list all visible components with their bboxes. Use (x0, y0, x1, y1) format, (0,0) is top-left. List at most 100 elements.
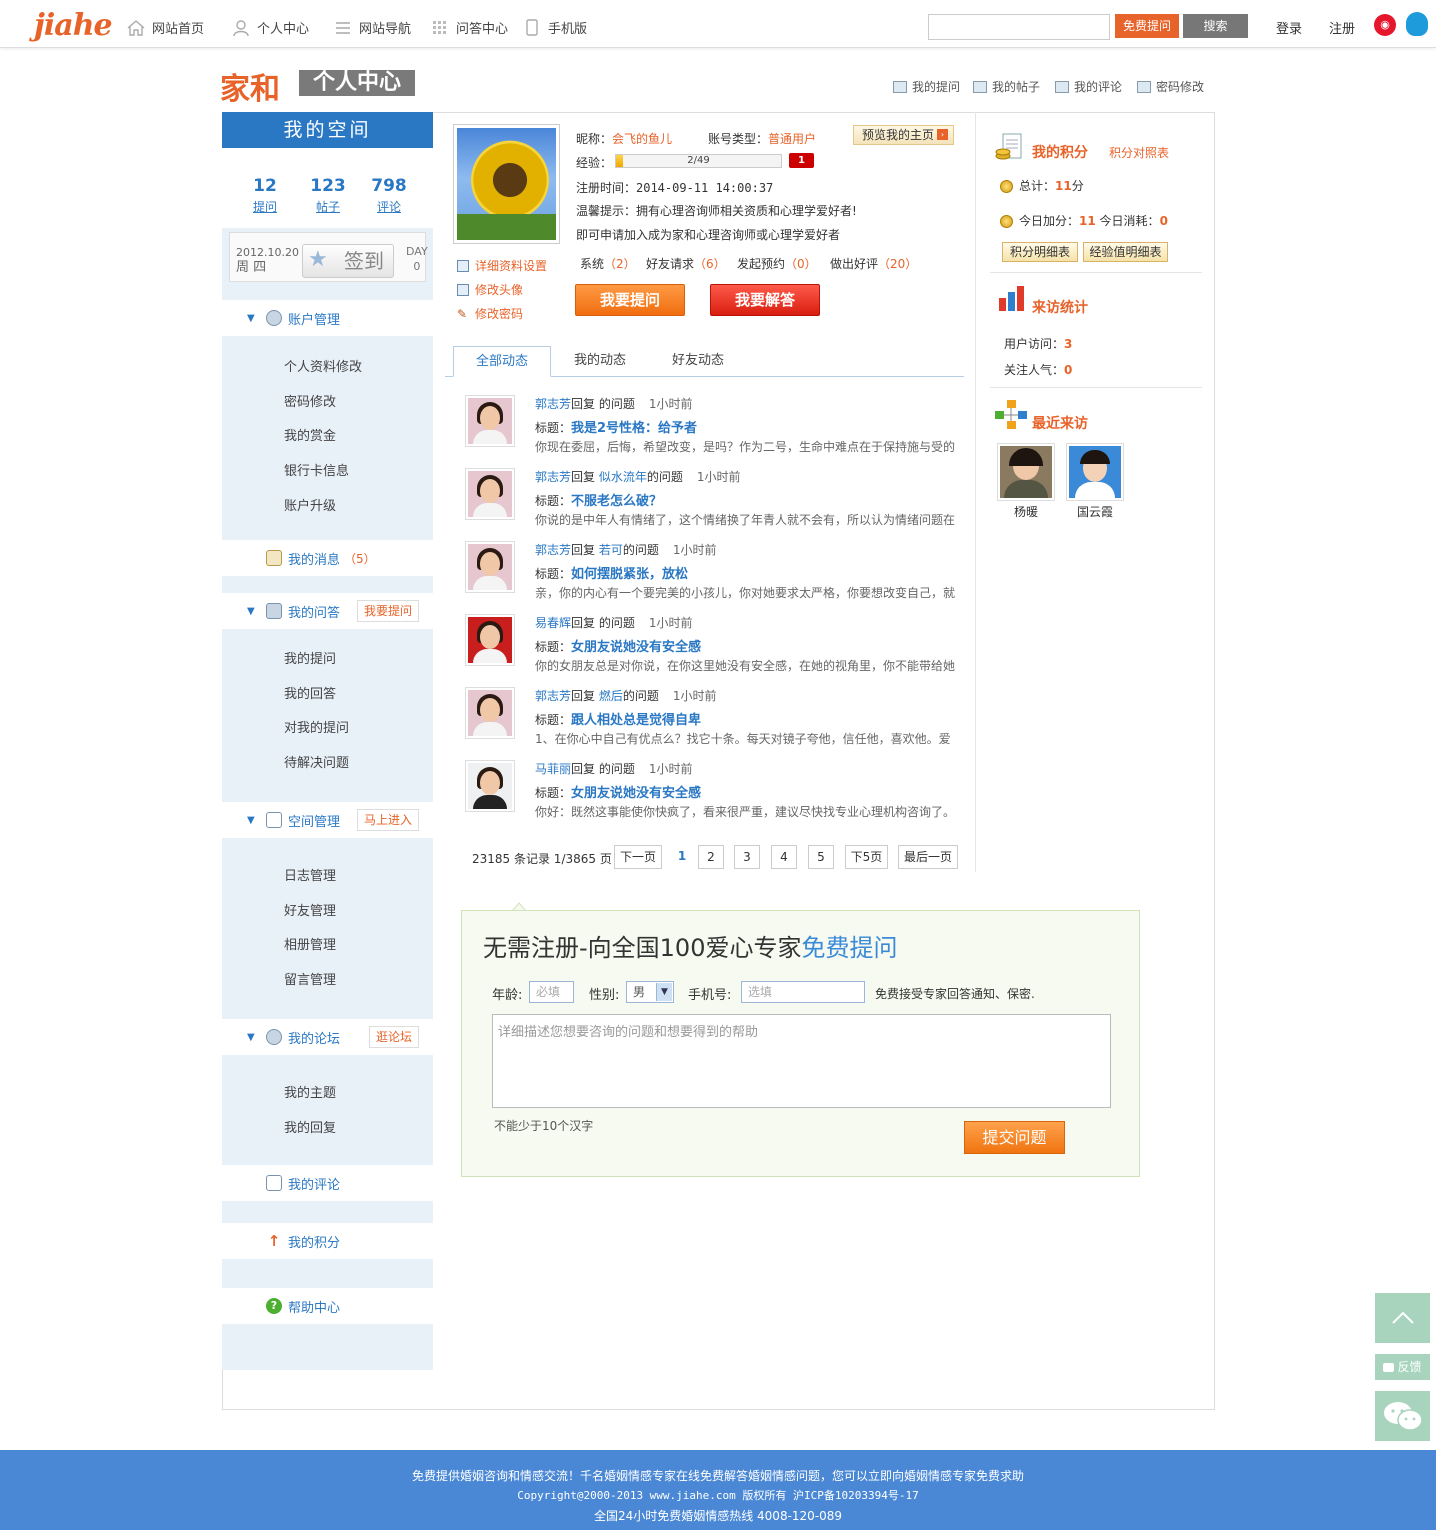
login-link[interactable]: 登录 (1276, 18, 1302, 37)
feed-user[interactable]: 郭志芳 (535, 397, 571, 411)
submit-question-button[interactable]: 提交问题 (964, 1121, 1065, 1154)
register-link[interactable]: 注册 (1329, 18, 1355, 37)
feed-title[interactable]: 我是2号性格：给予者 (571, 421, 697, 436)
section-messages[interactable]: 我的消息 （5） (222, 540, 433, 576)
change-password-link[interactable]: ✎ 修改密码 (457, 305, 523, 322)
enter-now-tag[interactable]: 马上进入 (356, 809, 419, 831)
weibo-icon[interactable]: ◉ (1374, 14, 1396, 36)
feedback-button[interactable]: 反馈 (1375, 1354, 1430, 1380)
qq-icon[interactable] (1406, 12, 1428, 36)
top-link-my-posts[interactable]: 我的帖子 (973, 78, 1040, 95)
back-to-top-button[interactable] (1375, 1293, 1430, 1343)
counter-friend-requests[interactable]: 好友请求（6） (646, 255, 726, 272)
counter-system[interactable]: 系统（2） (580, 255, 636, 272)
section-points[interactable]: ↑ 我的积分 (222, 1223, 433, 1259)
nav-personal[interactable]: 个人中心 (231, 18, 309, 37)
pager-page[interactable]: 5 (808, 845, 834, 869)
pager-page[interactable]: 4 (771, 845, 797, 869)
stat-comments[interactable]: 798 评论 (371, 176, 407, 215)
sidebar-item-my-answers[interactable]: 我的回答 (284, 683, 336, 702)
pager-prev[interactable]: 下一页 (614, 845, 662, 869)
sidebar-item-upgrade[interactable]: 账户升级 (284, 495, 336, 514)
points-table-link[interactable]: 积分对照表 (1109, 144, 1169, 161)
top-link-change-password[interactable]: 密码修改 (1137, 78, 1204, 95)
feed-title[interactable]: 跟人相处总是觉得自卑 (571, 713, 701, 728)
nav-home[interactable]: 网站首页 (126, 18, 204, 37)
visitor-card[interactable]: 杨暖 (997, 443, 1055, 520)
sidebar-item-bounty[interactable]: 我的赏金 (284, 425, 336, 444)
pager-last[interactable]: 最后一页 (898, 845, 958, 869)
counter-good-reviews[interactable]: 做出好评（20） (830, 255, 917, 272)
feed-title[interactable]: 女朋友说她没有安全感 (571, 786, 701, 801)
profile-settings-link[interactable]: 详细资料设置 (457, 257, 547, 274)
sidebar-item-pending[interactable]: 待解决问题 (284, 752, 349, 771)
age-input[interactable]: 必填 (529, 981, 574, 1003)
pager-next5[interactable]: 下5页 (845, 845, 888, 869)
feed-user[interactable]: 马菲丽 (535, 762, 571, 776)
browse-forum-tag[interactable]: 逛论坛 (368, 1026, 419, 1048)
sidebar-item-profile-edit[interactable]: 个人资料修改 (284, 356, 362, 375)
answer-question-button[interactable]: 我要解答 (710, 284, 820, 316)
tab-all-activity[interactable]: 全部动态 (453, 346, 551, 377)
site-logo[interactable]: jiahe (34, 8, 113, 43)
sidebar-item-friends[interactable]: 好友管理 (284, 900, 336, 919)
section-help[interactable]: ? 帮助中心 (222, 1288, 433, 1324)
feed-user[interactable]: 郭志芳 (535, 543, 571, 557)
feed-target[interactable]: 若可 (599, 543, 623, 557)
section-account[interactable]: ▼ 账户管理 (222, 300, 433, 336)
visitor-card[interactable]: 国云霞 (1066, 443, 1124, 520)
gender-select[interactable]: 男 ▼ (626, 981, 674, 1003)
sidebar-item-password[interactable]: 密码修改 (284, 391, 336, 410)
feed-title[interactable]: 如何摆脱紧张，放松 (571, 567, 688, 582)
change-avatar-link[interactable]: 修改头像 (457, 281, 523, 298)
feed-target[interactable]: 燃后 (599, 689, 623, 703)
section-space[interactable]: ▼ 空间管理 马上进入 (222, 802, 433, 838)
free-ask-button[interactable]: 免费提问 (1115, 14, 1179, 38)
preview-homepage-button[interactable]: 预览我的主页 › (853, 125, 954, 145)
sidebar-item-blog[interactable]: 日志管理 (284, 865, 336, 884)
feed-avatar[interactable] (465, 395, 515, 447)
feed-user[interactable]: 郭志芳 (535, 470, 571, 484)
pager-page[interactable]: 1 (670, 845, 694, 869)
feed-avatar[interactable] (465, 760, 515, 812)
feed-avatar[interactable] (465, 614, 515, 666)
sidebar-item-guestbook[interactable]: 留言管理 (284, 969, 336, 988)
section-forum[interactable]: ▼ 我的论坛 逛论坛 (222, 1019, 433, 1055)
feed-avatar[interactable] (465, 687, 515, 739)
ask-question-button[interactable]: 我要提问 (575, 284, 685, 316)
feed-avatar[interactable] (465, 468, 515, 520)
section-comments[interactable]: 我的评论 (222, 1165, 433, 1201)
wechat-button[interactable] (1375, 1391, 1430, 1441)
sidebar-item-album[interactable]: 相册管理 (284, 934, 336, 953)
top-link-my-questions[interactable]: 我的提问 (893, 78, 960, 95)
avatar[interactable] (453, 124, 560, 244)
feed-title[interactable]: 不服老怎么破？ (571, 494, 662, 509)
phone-input[interactable]: 选填 (741, 981, 865, 1003)
feed-user[interactable]: 易春辉 (535, 616, 571, 630)
sidebar-item-my-replies[interactable]: 我的回复 (284, 1117, 336, 1136)
nav-sitemap[interactable]: 网站导航 (333, 18, 411, 37)
feed-user[interactable]: 郭志芳 (535, 689, 571, 703)
nav-qa[interactable]: 问答中心 (430, 18, 508, 37)
exp-detail-button[interactable]: 经验值明细表 (1083, 242, 1168, 262)
feed-avatar[interactable] (465, 541, 515, 593)
sidebar-item-my-topics[interactable]: 我的主题 (284, 1082, 336, 1101)
feed-title[interactable]: 女朋友说她没有安全感 (571, 640, 701, 655)
top-link-my-comments[interactable]: 我的评论 (1055, 78, 1122, 95)
ask-question-tag[interactable]: 我要提问 (356, 600, 419, 622)
question-textarea[interactable]: 详细描述您想要咨询的问题和想要得到的帮助 (492, 1014, 1111, 1108)
sidebar-item-bank-card[interactable]: 银行卡信息 (284, 460, 349, 479)
section-qa[interactable]: ▼ 我的问答 我要提问 (222, 593, 433, 629)
sidebar-item-questions-to-me[interactable]: 对我的提问 (284, 717, 349, 736)
feed-target[interactable]: 似水流年 (599, 470, 647, 484)
search-button[interactable]: 搜索 (1183, 14, 1248, 38)
stat-posts[interactable]: 123 帖子 (310, 176, 346, 215)
nav-mobile[interactable]: 手机版 (522, 18, 587, 37)
tab-friend-activity[interactable]: 好友动态 (649, 346, 747, 377)
tab-my-activity[interactable]: 我的动态 (551, 346, 649, 377)
nickname-value[interactable]: 会飞的鱼儿 (612, 132, 672, 146)
stat-questions[interactable]: 12 提问 (250, 176, 280, 215)
counter-appointments[interactable]: 发起预约（0） (737, 255, 817, 272)
points-detail-button[interactable]: 积分明细表 (1002, 242, 1078, 262)
pager-page[interactable]: 2 (698, 845, 724, 869)
